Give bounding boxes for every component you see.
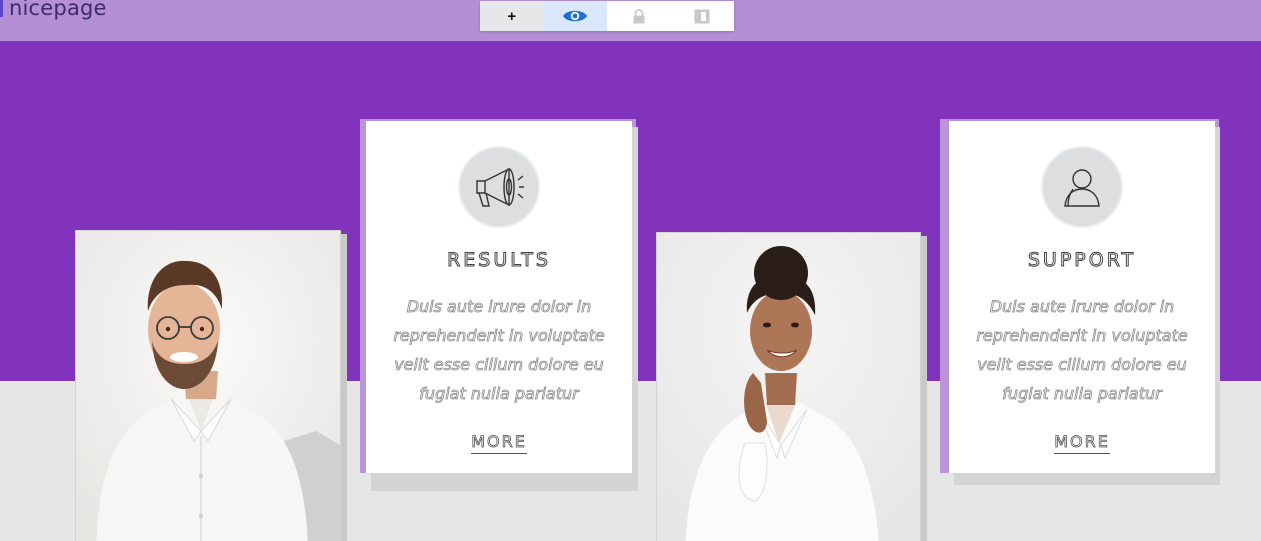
user-icon bbox=[1064, 169, 1100, 207]
team-photo-woman[interactable] bbox=[656, 232, 921, 541]
card-text-line: reprehenderit in voluptate bbox=[393, 326, 605, 346]
card-icon-circle bbox=[460, 148, 538, 226]
card-text-line: fugiat nulla pariatur bbox=[1002, 384, 1162, 404]
box-icon bbox=[694, 9, 710, 23]
lock-button[interactable] bbox=[607, 1, 671, 31]
card-text-line: fugiat nulla pariatur bbox=[419, 384, 579, 404]
view-toolbar: + bbox=[480, 1, 734, 31]
more-link[interactable]: MORE bbox=[471, 432, 527, 454]
logo: nicepage bbox=[0, 0, 107, 21]
logo-mark bbox=[0, 0, 3, 17]
editor-topbar: nicepage + bbox=[0, 0, 1261, 41]
card-results: RESULTS Duis aute irure dolor in reprehe… bbox=[366, 121, 632, 473]
card-body-text: Duis aute irure dolor in reprehenderit i… bbox=[384, 292, 614, 408]
man-portrait-image bbox=[76, 231, 340, 541]
card-text-line: velit esse cillum dolore eu bbox=[394, 355, 604, 375]
card-support: SUPPORT Duis aute irure dolor in reprehe… bbox=[949, 121, 1215, 473]
woman-portrait-image bbox=[657, 233, 920, 541]
megaphone-icon bbox=[476, 167, 524, 207]
add-button[interactable]: + bbox=[480, 1, 544, 31]
logo-text: nicepage bbox=[9, 0, 107, 20]
card-title: SUPPORT bbox=[1027, 249, 1137, 272]
team-photo-man[interactable] bbox=[75, 230, 341, 541]
card-text-line: Duis aute irure dolor in bbox=[989, 297, 1175, 317]
card-title: RESULTS bbox=[447, 249, 551, 272]
card-text-line: reprehenderit in voluptate bbox=[976, 326, 1188, 346]
more-link[interactable]: MORE bbox=[1054, 432, 1110, 454]
eye-icon bbox=[563, 10, 588, 22]
card-icon-circle bbox=[1043, 148, 1121, 226]
card-text-line: Duis aute irure dolor in bbox=[406, 297, 592, 317]
card-body-text: Duis aute irure dolor in reprehenderit i… bbox=[967, 292, 1197, 408]
plus-icon: + bbox=[507, 7, 517, 25]
lock-icon bbox=[633, 8, 645, 23]
element-box-button[interactable] bbox=[670, 1, 734, 31]
page-canvas: nicepage + RESULTS Duis aute irure dolor… bbox=[0, 0, 1261, 541]
card-text-line: velit esse cillum dolore eu bbox=[977, 355, 1187, 375]
preview-button[interactable] bbox=[543, 1, 607, 31]
